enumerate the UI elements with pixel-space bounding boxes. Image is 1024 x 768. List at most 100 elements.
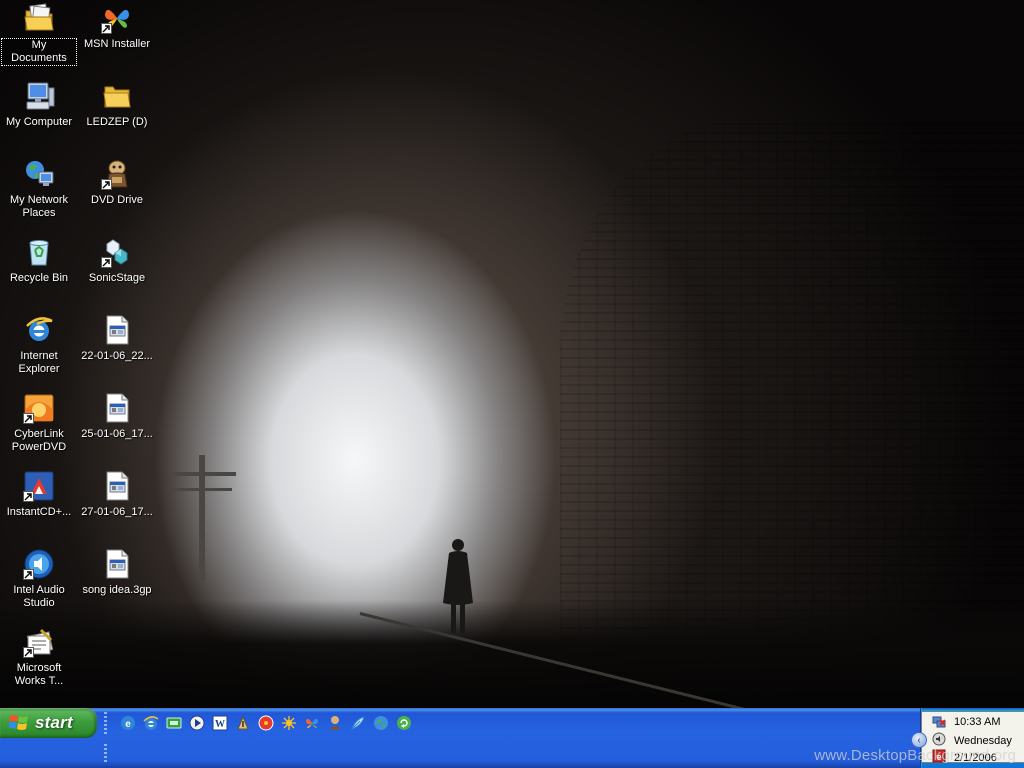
shortcut-arrow-icon [23,413,34,424]
word-icon: W [212,715,228,731]
desktop[interactable]: www.DesktopBackground.org My Documents M… [0,0,1024,768]
quick-launch-butterfly-button[interactable] [302,713,322,733]
desktop-icon-label: CyberLink PowerDVD [11,428,67,453]
desktop-icon-label: Recycle Bin [9,272,69,284]
butterfly-icon [306,718,318,728]
desktop-icon-instantcd[interactable]: InstantCD+... [1,470,77,519]
desktop-icon-label: InstantCD+... [6,506,72,518]
quick-launch-character-button[interactable] [325,713,345,733]
desktop-icon-label: 27-01-06_17... [81,506,153,518]
quick-launch-media-disc-button[interactable] [256,713,276,733]
desktop-icon-ledzep-d[interactable]: LEDZEP (D) [79,80,155,129]
quick-launch-internet-explorer-button[interactable] [141,713,161,733]
tray-time: 10:33 AM [954,716,1001,728]
recycle-bin-icon [23,236,55,268]
shortcut-arrow-icon [23,647,34,658]
sonicstage-icon [101,236,133,268]
quick-launch-feather-button[interactable] [348,713,368,733]
desktop-icon-label: 22-01-06_22... [81,350,153,362]
tray-date: 2/1/2006 [954,752,997,764]
desktop-icon-my-computer[interactable]: My Computer [1,80,77,129]
desktop-icon-my-network-places[interactable]: My Network Places [1,158,77,220]
start-button[interactable]: start [0,708,97,738]
quick-launch-refresh-globe-button[interactable] [394,713,414,733]
internet-explorer-icon [143,716,159,730]
desktop-icon-label: 25-01-06_17... [81,428,153,440]
dvd-drive-icon [101,158,133,190]
desktop-icon-song-idea-3gp[interactable]: song idea.3gp [79,548,155,597]
svg-text:W: W [215,719,225,730]
internet-explorer-icon [23,314,55,346]
quick-launch-browser-e-button[interactable]: e [118,713,138,733]
desktop-icon-cyberlink-powerdvd[interactable]: CyberLink PowerDVD [1,392,77,454]
desktop-icon-msn-installer[interactable]: MSN Installer [79,2,155,51]
shortcut-arrow-icon [101,23,112,34]
desktop-icon-label: Internet Explorer [18,350,60,375]
desktop-icon-microsoft-works[interactable]: Microsoft Works T... [1,626,77,688]
quick-launch-tool-button[interactable] [233,713,253,733]
network-places-icon [23,158,55,190]
msn-butterfly-icon [101,2,133,34]
desktop-icon-label: My Computer [5,116,73,128]
wallpaper-ground [0,600,1024,710]
shortcut-arrow-icon [23,491,34,502]
quick-launch-media-player-button[interactable] [187,713,207,733]
intel-audio-studio-icon [23,548,55,580]
security-alert-icon[interactable]: e [932,749,946,763]
media-file-icon [101,392,133,424]
toolbar-grip[interactable] [104,712,107,734]
shortcut-arrow-icon [101,179,112,190]
network-disconnected-icon[interactable] [932,715,946,729]
media-disc-icon [258,715,274,731]
desktop-icon-dvd-drive[interactable]: DVD Drive [79,158,155,207]
quick-launch-globe-button[interactable] [371,713,391,733]
tray-clock-area[interactable]: e 10:33 AM Wednesday 2/1/2006 [921,711,1024,764]
instantcd-icon [23,470,55,502]
quick-launch-show-desktop-button[interactable] [164,713,184,733]
refresh-globe-icon [397,716,411,730]
media-player-icon [189,715,205,731]
tray-day: Wednesday [954,735,1012,747]
quick-launch-network-button[interactable] [279,713,299,733]
desktop-icon-sonicstage[interactable]: SonicStage [79,236,155,285]
desktop-icon-label: My Network Places [9,194,69,219]
system-tray: ‹ e 10:33 AM Wednesday 2/1/2006 [911,708,1024,768]
network-tool-icon [237,715,249,730]
desktop-icon-media-file-27-01-06[interactable]: 27-01-06_17... [79,470,155,519]
svg-text:e: e [936,752,941,762]
shortcut-arrow-icon [101,257,112,268]
microsoft-works-icon [23,626,55,658]
my-computer-icon [23,80,55,112]
desktop-icon-internet-explorer[interactable]: Internet Explorer [1,314,77,376]
desktop-icon-intel-audio-studio[interactable]: Intel Audio Studio [1,548,77,610]
desktop-icon-label: SonicStage [88,272,146,284]
folder-icon [101,80,133,112]
svg-text:e: e [125,719,131,730]
wallpaper-person-silhouette [443,539,473,633]
browser-e-icon: e [121,716,135,730]
desktop-icon-label: Intel Audio Studio [13,584,65,609]
wallpaper-pole-crossbar [170,472,236,476]
desktop-icon-recycle-bin[interactable]: Recycle Bin [1,236,77,285]
chevron-left-icon: ‹ [917,734,921,746]
desktop-icon-my-documents[interactable]: My Documents [1,2,77,66]
taskbar: start e W ‹ e 10:33 AM Wednesday 2/1/200… [0,708,1024,768]
desktop-icon-media-file-22-01-06[interactable]: 22-01-06_22... [79,314,155,363]
windows-logo-icon [9,715,28,730]
character-icon [330,716,340,730]
media-file-icon [101,548,133,580]
wallpaper-pole-crossbar [172,488,232,491]
desktop-icon-label: Microsoft Works T... [14,662,64,687]
desktop-icon-label: LEDZEP (D) [86,116,148,128]
toolbar-grip[interactable] [104,744,107,764]
media-file-icon [101,314,133,346]
globe-icon [374,716,388,730]
desktop-icon-media-file-25-01-06[interactable]: 25-01-06_17... [79,392,155,441]
show-hidden-icons-button[interactable]: ‹ [911,732,927,748]
my-documents-icon [23,2,55,34]
shortcut-arrow-icon [23,569,34,580]
desktop-icon-label: song idea.3gp [82,584,152,596]
quick-launch-word-button[interactable]: W [210,713,230,733]
volume-icon[interactable] [932,732,946,746]
media-file-icon [101,470,133,502]
